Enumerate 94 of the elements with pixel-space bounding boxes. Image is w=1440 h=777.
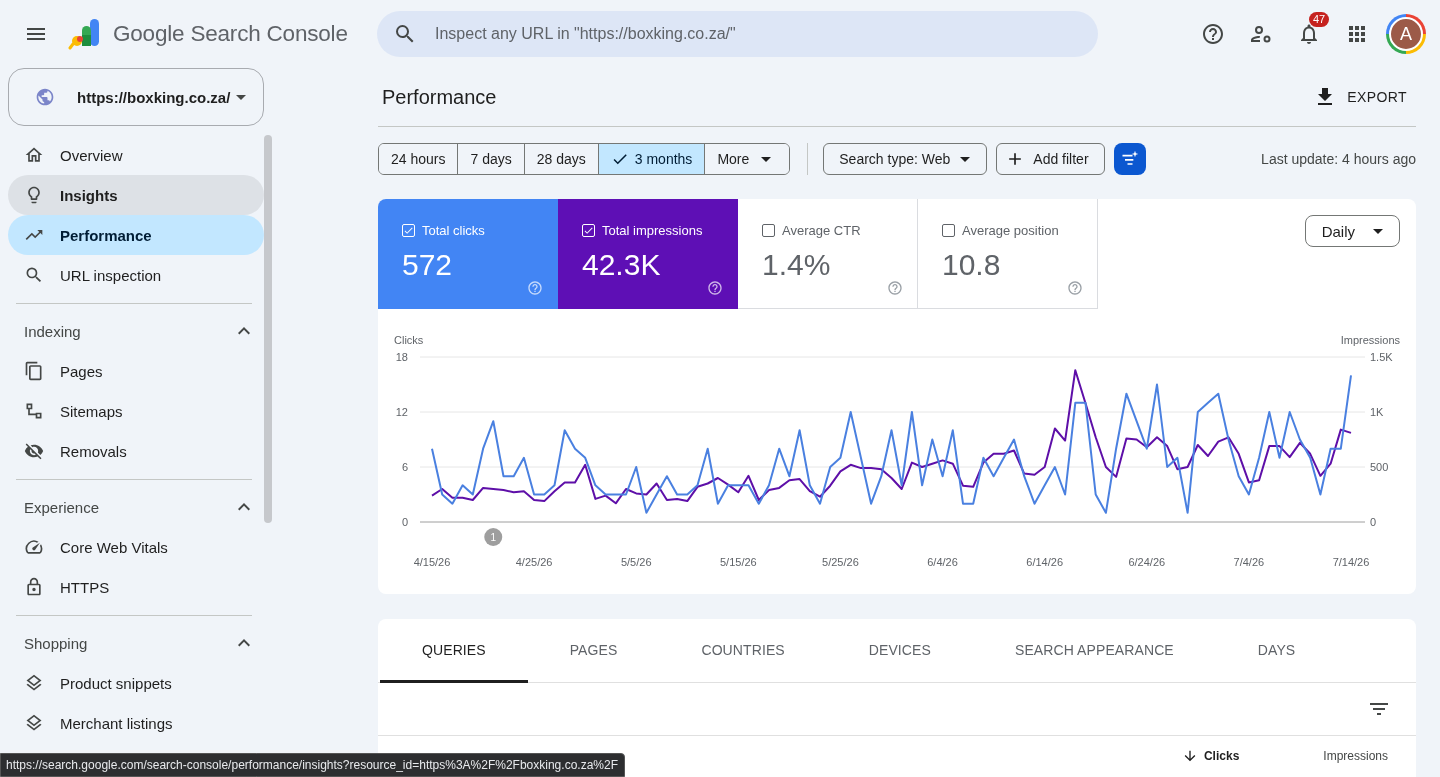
caret-icon [236,94,247,100]
axis-tick-label: 4/25/26 [515,556,553,568]
tab[interactable]: DEVICES [826,619,973,683]
metric-card[interactable]: Total clicks 572 [378,199,558,309]
axis-tick-label: 4/15/26 [413,556,451,568]
metric-card[interactable]: Average CTR 1.4% [738,199,918,309]
more-dropdown[interactable]: More [704,144,790,174]
axis-tick-label: 1K [1370,406,1384,418]
app-title: Google Search Console [113,21,348,47]
axis-tick-label: 6 [401,461,408,473]
status-url-tooltip: https://search.google.com/search-console/performance/insights?resource_id=https%3A%2F%2Fboxking.co.za%2F [0,753,625,777]
caret-icon [1373,228,1383,234]
metric-value: 1.4% [762,248,832,282]
help-icon [707,280,723,296]
tab[interactable]: PAGES [527,619,660,683]
tab[interactable]: DAYS [1215,619,1338,683]
nav-item[interactable]: Product snippets [8,663,264,703]
home-icon [24,145,44,165]
metric-card[interactable]: Average position 10.8 [918,199,1098,309]
checkbox[interactable] [942,224,955,237]
gauge-icon [24,537,44,557]
metric-value: 42.3K [582,248,662,282]
column-header[interactable]: Clicks [1181,748,1240,764]
metric-label: Total clicks [422,223,485,238]
metric-label: Total impressions [602,223,703,238]
tab[interactable]: SEARCH APPEARANCE [972,619,1216,683]
nav-item[interactable]: Removals [8,431,264,471]
property-selector[interactable]: https://boxking.co.za/ [8,68,264,126]
axis-label: Clicks [394,334,424,346]
scrollbar[interactable] [264,135,272,523]
metric-value: 572 [402,248,454,282]
section-header[interactable]: Experience [8,487,264,527]
check-icon [403,225,414,236]
last-update-text: Last update: 4 hours ago [1261,151,1416,167]
help-icon [527,280,543,296]
axis-tick-label: 6/4/26 [927,556,958,568]
search-type-dropdown[interactable]: Search type: Web [823,143,988,175]
nav-item[interactable]: Sitemaps [8,391,264,431]
nav-item[interactable]: Overview [8,135,264,175]
axis-tick-label: 6/14/26 [1026,556,1063,568]
nav-item[interactable]: Performance [8,215,264,255]
axis-tick-label: 1.5K [1370,351,1393,363]
nav-item[interactable]: Insights [8,175,264,215]
granularity-dropdown[interactable]: Daily [1304,215,1400,247]
avatar[interactable]: A [1386,14,1426,54]
nav-item[interactable]: Core Web Vitals [8,527,264,567]
axis-tick-label: 0 [1370,516,1377,528]
axis-tick-label: 18 [395,351,408,363]
layers-icon [24,673,44,693]
section-header[interactable]: Shopping [8,623,264,663]
metric-label: Average position [962,223,1059,238]
eye-off-icon [24,441,44,461]
axis-tick-label: 7/14/26 [1332,556,1370,568]
tab[interactable]: QUERIES [380,619,528,683]
metric-card[interactable]: Total impressions 42.3K [558,199,738,309]
caret-icon [761,156,772,162]
notifications-button[interactable]: 47 [1285,14,1333,54]
export-button[interactable]: EXPORT [1304,79,1416,115]
check-icon [583,225,594,236]
search-icon [24,265,44,285]
lock-icon [24,577,44,597]
nav-item[interactable]: Pages [8,351,264,391]
sitemap-icon [24,401,44,421]
axis-tick-label: 5/5/26 [620,556,652,568]
metric-value: 10.8 [942,248,1002,282]
axis-tick-label: 5/25/26 [822,556,859,568]
globe-icon [35,87,55,107]
axis-tick-label: 500 [1370,461,1389,473]
nav-item[interactable]: Merchant listings [8,703,264,743]
notification-count: 47 [1309,12,1330,27]
layers-icon [24,713,44,733]
checkbox[interactable] [762,224,775,237]
date-range-chip[interactable]: 3 months [597,144,705,174]
axis-tick-label: 6/24/26 [1128,556,1166,568]
tab[interactable]: COUNTRIES [659,619,827,683]
axis-tick-label: 0 [401,516,408,528]
pages-icon [24,361,44,381]
nav-item[interactable]: HTTPS [8,567,264,607]
axis-tick-label: 5/15/26 [720,556,757,568]
column-header[interactable]: Impressions [1323,749,1388,763]
axis-label: Impressions [1340,334,1400,346]
filter-button[interactable] [1113,143,1146,175]
add-filter-button[interactable]: Add filter [996,143,1105,175]
section-header[interactable]: Indexing [8,311,264,351]
axis-tick-label: 7/4/26 [1233,556,1265,568]
page-title: Performance [382,85,497,109]
help-icon [1201,22,1225,46]
help-icon [1067,280,1083,296]
caret-icon [960,156,971,162]
help-icon [887,280,903,296]
metric-label: Average CTR [782,223,861,238]
axis-tick-label: 12 [395,406,408,418]
search-field[interactable]: Inspect any URL in "https://boxking.co.za/" [377,11,1098,57]
nav-item[interactable]: URL inspection [8,255,264,295]
